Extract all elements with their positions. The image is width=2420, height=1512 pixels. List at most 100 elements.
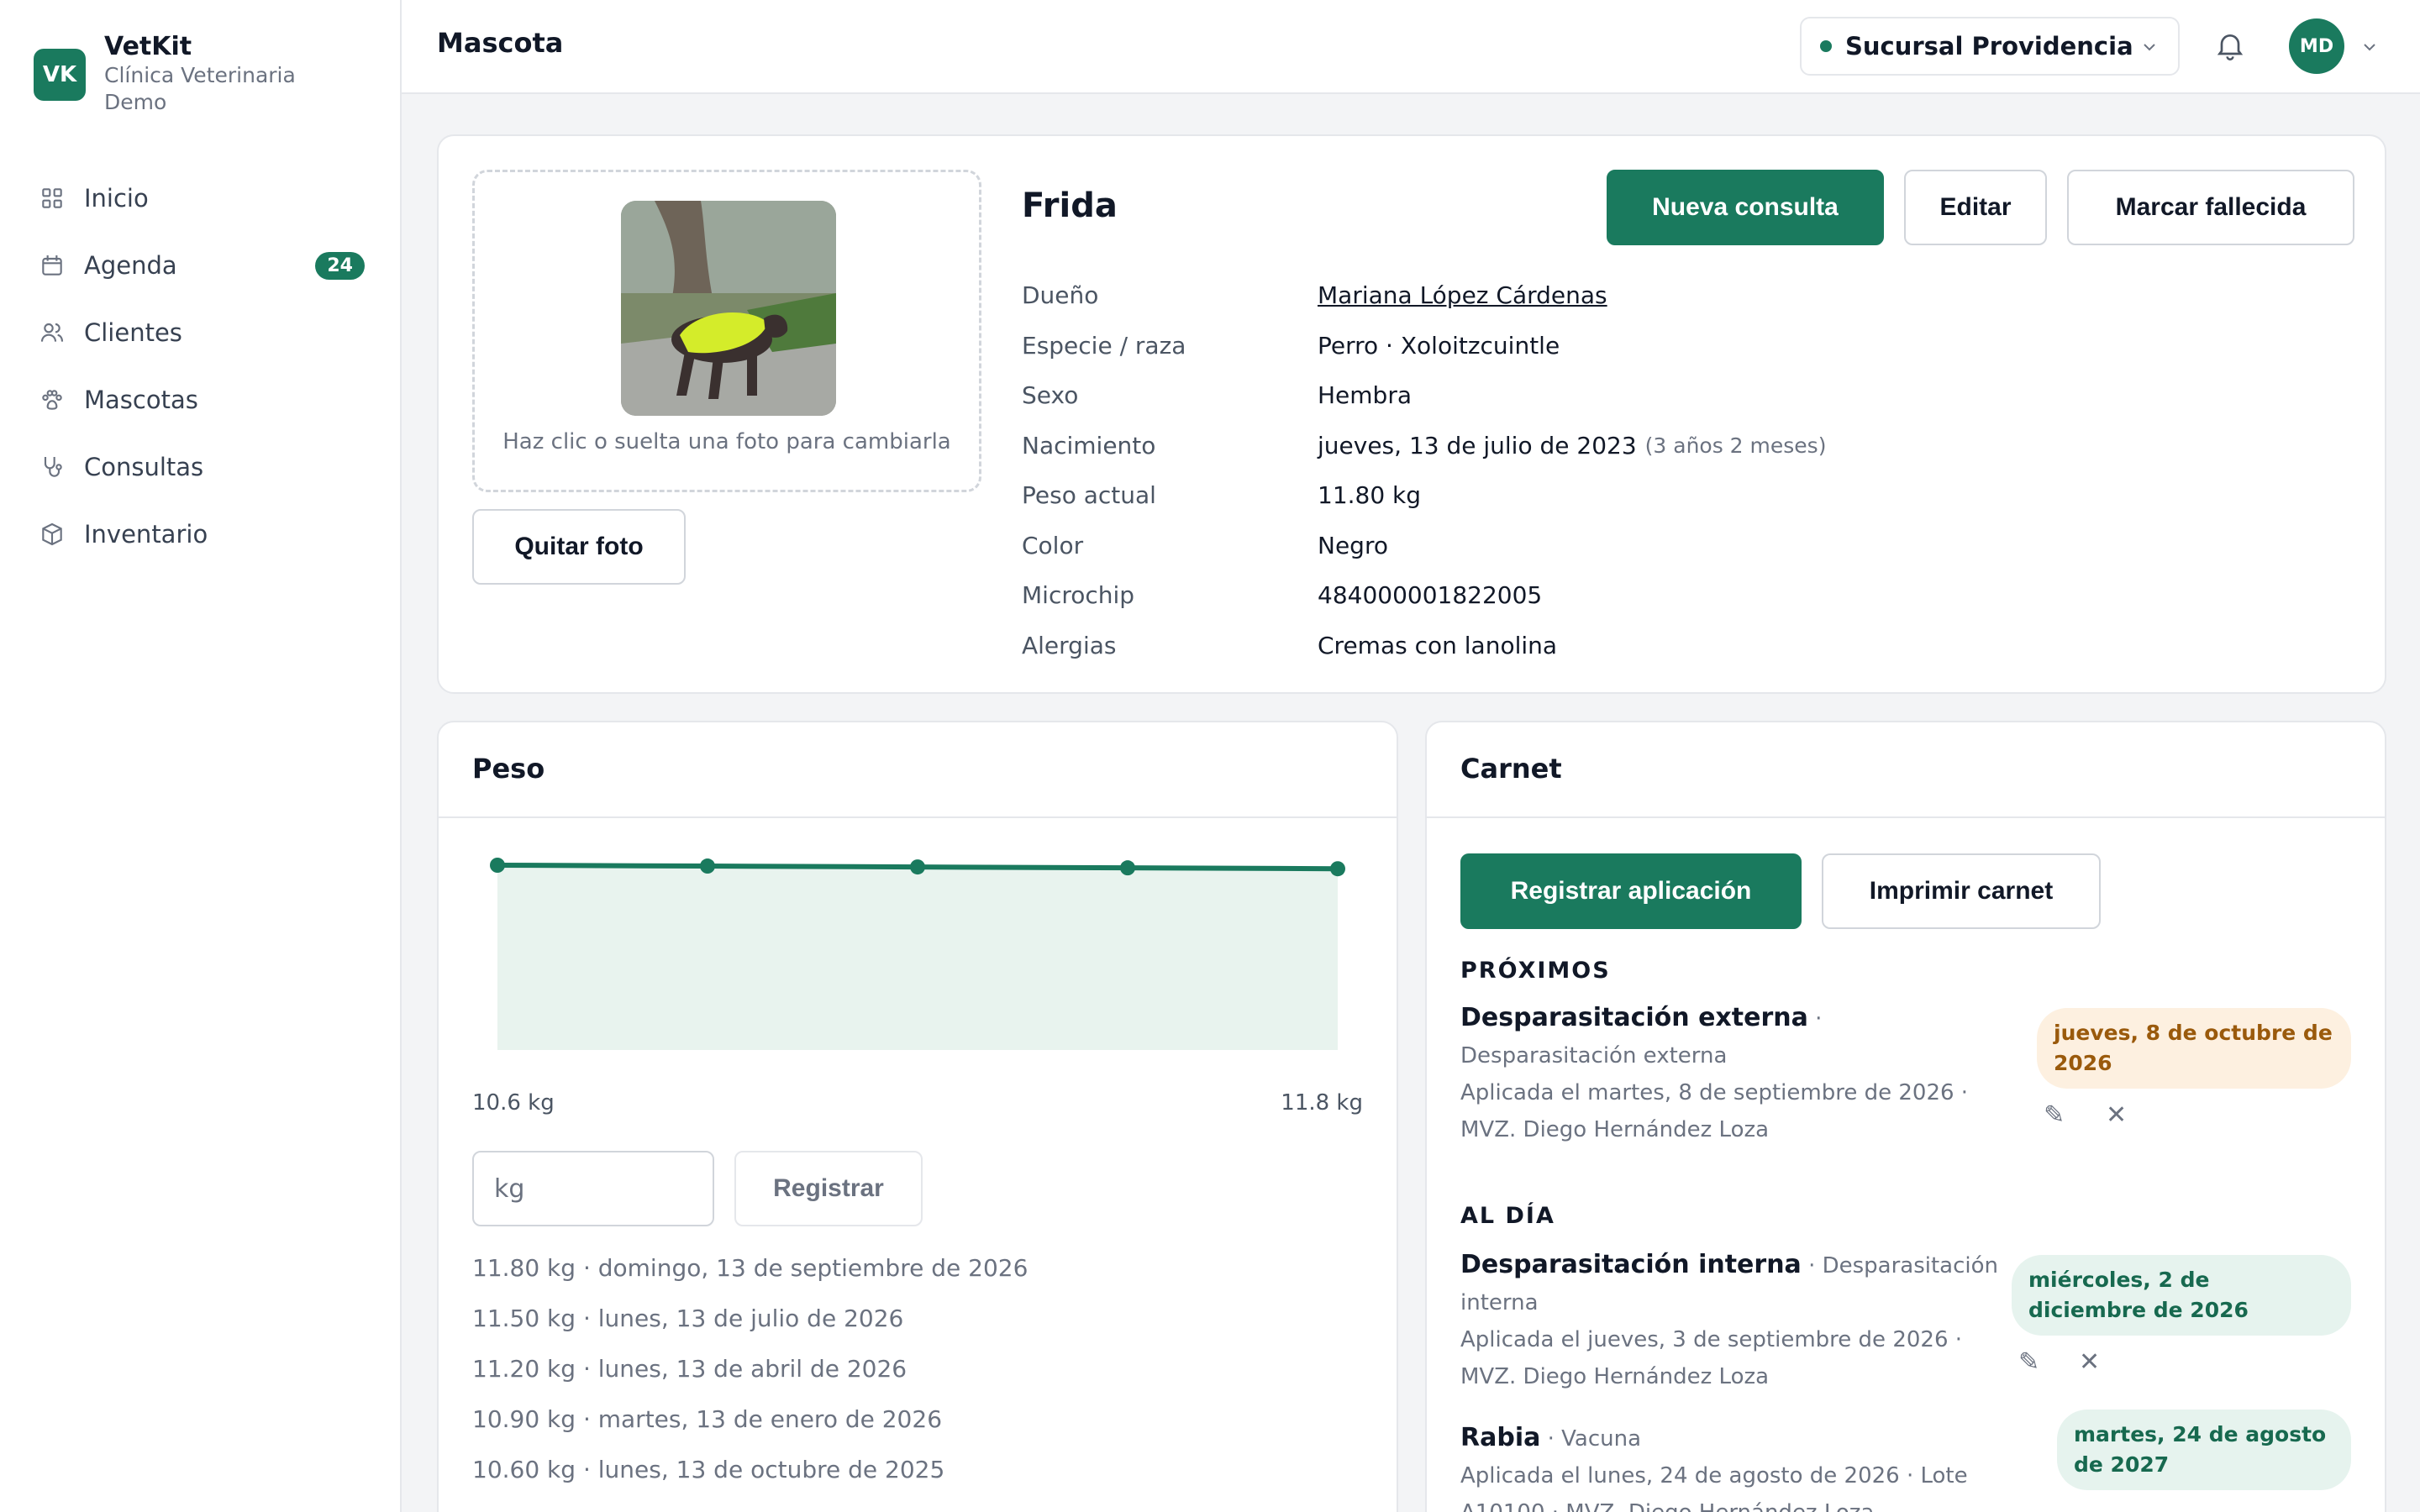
register-weight-button[interactable]: Registrar (734, 1151, 923, 1226)
carnet-entry: Desparasitación interna · Desparasitació… (1460, 1247, 1998, 1395)
info-value: Perro · Xoloitzcuintle (1318, 331, 1560, 360)
sidebar-item-label: Consultas (84, 453, 204, 481)
due-date-badge: martes, 24 de agosto de 2027 (2057, 1410, 2351, 1490)
paw-icon (39, 386, 66, 413)
brand-subtitle: Clínica Veterinaria Demo (104, 63, 296, 114)
sidebar-item-consultas[interactable]: Consultas (0, 433, 402, 501)
sidebar-item-label: Inventario (84, 520, 208, 549)
users-icon (39, 319, 66, 346)
info-label: Peso actual (1022, 481, 1156, 510)
branch-label: Sucursal Providencia (1845, 32, 2133, 60)
chevron-down-icon[interactable] (2360, 37, 2380, 60)
weight-area (497, 865, 1338, 1050)
entry-title: Desparasitación externa (1460, 1003, 1808, 1032)
weight-history-item: 10.60 kg · lunes, 13 de octubre de 2025 (472, 1456, 945, 1483)
close-icon[interactable]: ✕ (2079, 1347, 2100, 1377)
info-label: Especie / raza (1022, 331, 1186, 360)
info-label: Color (1022, 531, 1084, 559)
info-label: Microchip (1022, 581, 1135, 610)
weight-point (490, 858, 505, 873)
carnet-card: Carnet Registrar aplicación Imprimir car… (1425, 721, 2386, 1512)
photo-dropzone[interactable]: Haz clic o suelta una foto para cambiarl… (472, 170, 981, 492)
weight-history: 11.80 kg · domingo, 13 de septiembre de … (472, 1243, 1028, 1495)
calendar-icon (39, 252, 66, 279)
weight-point (1330, 861, 1345, 877)
info-row-sex: Sexo Hembra (1022, 370, 1826, 421)
info-row-weight: Peso actual 11.80 kg (1022, 470, 1826, 521)
brand-logo: VK (34, 49, 86, 101)
due-date-badge: jueves, 8 de octubre de 2026 (2037, 1008, 2351, 1089)
edit-icon[interactable]: ✎ (2018, 1347, 2039, 1377)
card-divider (439, 816, 1397, 818)
entry-detail: Aplicada el jueves, 3 de septiembre de 2… (1460, 1327, 1963, 1389)
entry-detail: Aplicada el martes, 8 de septiembre de 2… (1460, 1080, 1969, 1142)
brand-name: VetKit (104, 32, 192, 61)
pet-profile-card: Haz clic o suelta una foto para cambiarl… (437, 134, 2386, 694)
info-label: Nacimiento (1022, 431, 1156, 459)
weight-point (910, 859, 925, 875)
chart-min-label: 10.6 kg (472, 1090, 555, 1116)
pet-photo (621, 201, 836, 416)
carnet-entry: Desparasitación externa · Desparasitació… (1460, 1000, 1998, 1148)
info-value: Hembra (1318, 381, 1412, 410)
info-value: jueves, 13 de julio de 2023 (1318, 431, 1637, 459)
info-value: Negro (1318, 531, 1388, 559)
info-row-allergies: Alergias Cremas con lanolina (1022, 621, 1826, 671)
weight-history-item: 11.50 kg · lunes, 13 de julio de 2026 (472, 1305, 904, 1332)
bell-icon[interactable] (2213, 29, 2247, 66)
info-row-color: Color Negro (1022, 521, 1826, 571)
mark-deceased-button[interactable]: Marcar fallecida (2067, 170, 2354, 245)
entry-title: Desparasitación interna (1460, 1250, 1802, 1279)
new-consult-button[interactable]: Nueva consulta (1607, 170, 1884, 245)
weight-history-item: 11.20 kg · lunes, 13 de abril de 2026 (472, 1355, 908, 1383)
weight-history-item: 11.80 kg · domingo, 13 de septiembre de … (472, 1254, 1028, 1282)
branch-selector[interactable]: Sucursal Providencia (1800, 17, 2180, 76)
remove-photo-button[interactable]: Quitar foto (472, 509, 686, 585)
carnet-card-title: Carnet (1460, 753, 1562, 785)
weight-point (700, 858, 715, 874)
sidebar-item-label: Agenda (84, 251, 177, 280)
owner-link[interactable]: Mariana López Cárdenas (1318, 281, 1607, 309)
chart-max-label: 11.8 kg (1281, 1090, 1363, 1116)
sidebar-item-inventario[interactable]: Inventario (0, 501, 402, 568)
weight-card-title: Peso (472, 753, 545, 785)
info-row-species: Especie / raza Perro · Xoloitzcuintle (1022, 321, 1826, 371)
carnet-entry: Rabia · Vacuna Aplicada el lunes, 24 de … (1460, 1420, 1998, 1512)
info-row-birth: Nacimiento jueves, 13 de julio de 2023 (… (1022, 421, 1826, 471)
sidebar-item-label: Mascotas (84, 386, 198, 414)
avatar[interactable]: MD (2289, 18, 2344, 74)
entry-title: Rabia (1460, 1423, 1541, 1452)
upcoming-section-label: PRÓXIMOS (1460, 958, 1611, 984)
sidebar-item-clientes[interactable]: Clientes (0, 299, 402, 366)
sidebar-item-mascotas[interactable]: Mascotas (0, 366, 402, 433)
pet-name: Frida (1022, 186, 1118, 225)
info-value: 484000001822005 (1318, 581, 1543, 610)
edit-icon[interactable]: ✎ (2044, 1100, 2065, 1130)
sidebar-item-label: Clientes (84, 318, 182, 347)
info-label: Alergias (1022, 631, 1117, 659)
close-icon[interactable]: ✕ (2106, 1100, 2127, 1130)
weight-input[interactable] (472, 1151, 714, 1226)
grid-icon (39, 185, 66, 212)
page-title: Mascota (437, 27, 564, 59)
entry-detail: Aplicada el lunes, 24 de agosto de 2026 … (1460, 1463, 1968, 1512)
box-icon (39, 521, 66, 548)
top-header: Mascota Sucursal Providencia MD (402, 0, 2420, 94)
due-date-badge: miércoles, 2 de diciembre de 2026 (2012, 1255, 2351, 1336)
weight-chart (490, 858, 1345, 1050)
card-divider (1427, 816, 2385, 818)
sidebar-item-inicio[interactable]: Inicio (0, 165, 402, 232)
edit-button[interactable]: Editar (1904, 170, 2047, 245)
register-application-button[interactable]: Registrar aplicación (1460, 853, 1802, 929)
photo-hint: Haz clic o suelta una foto para cambiarl… (502, 429, 951, 454)
current-section-label: AL DÍA (1460, 1203, 1555, 1229)
sidebar-item-agenda[interactable]: Agenda 24 (0, 232, 402, 299)
agenda-count-badge: 24 (315, 251, 365, 280)
info-value: 11.80 kg (1318, 481, 1422, 510)
print-carnet-button[interactable]: Imprimir carnet (1822, 853, 2101, 929)
brand[interactable]: VK VetKit Clínica Veterinaria Demo (34, 32, 339, 116)
chevron-down-icon (2139, 37, 2160, 60)
info-row-owner: Dueño Mariana López Cárdenas (1022, 270, 1826, 321)
pet-info-list: Dueño Mariana López Cárdenas Especie / r… (1022, 270, 1826, 670)
stethoscope-icon (39, 454, 66, 480)
